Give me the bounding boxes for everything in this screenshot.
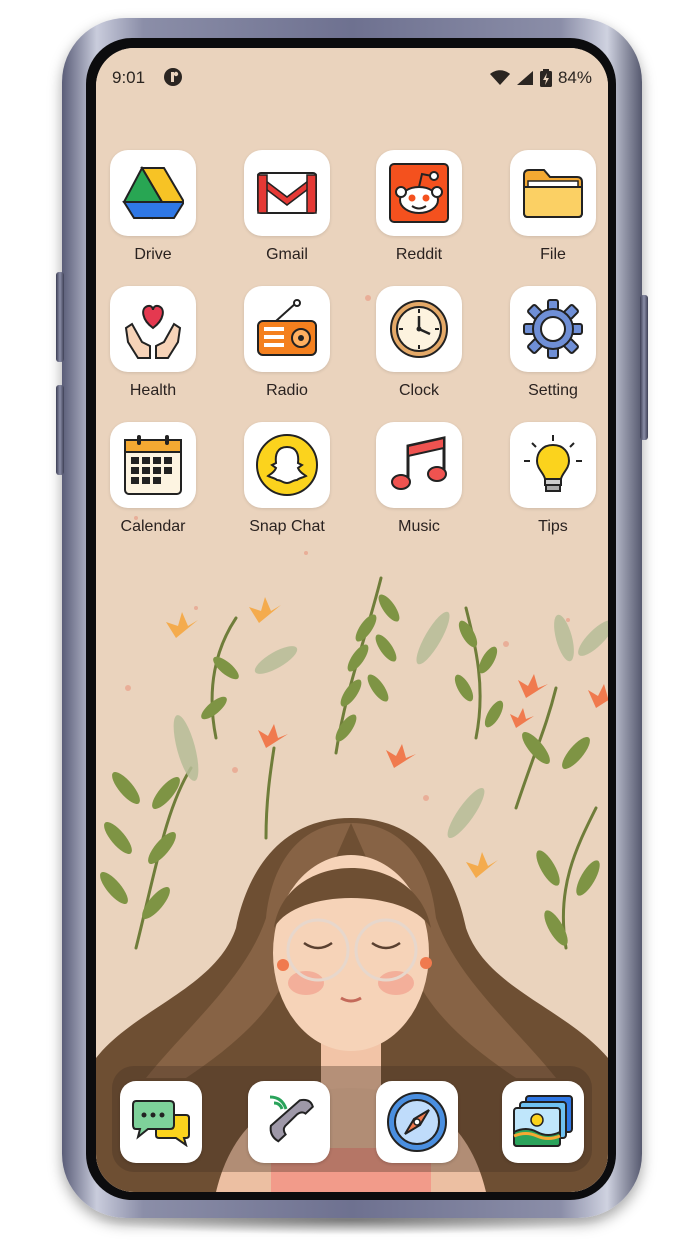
power-button[interactable] <box>640 295 648 440</box>
app-label: Health <box>129 382 177 399</box>
app-calendar[interactable]: Calendar <box>98 422 208 536</box>
gmail-icon <box>257 172 317 214</box>
volume-up-button[interactable] <box>56 272 64 362</box>
app-tile[interactable] <box>510 286 596 372</box>
app-tile[interactable] <box>376 150 462 236</box>
app-gmail[interactable]: Gmail <box>232 150 342 264</box>
folder-icon <box>523 169 583 218</box>
volume-down-button[interactable] <box>56 385 64 475</box>
app-label: Drive <box>134 246 172 263</box>
app-label: Radio <box>266 382 308 399</box>
status-time: 9:01 <box>112 68 146 87</box>
dock-phone[interactable] <box>248 1081 330 1163</box>
dock-messages[interactable] <box>120 1081 202 1163</box>
phone-icon <box>269 1095 314 1143</box>
dock-compass[interactable] <box>376 1081 458 1163</box>
app-tips[interactable]: Tips <box>498 422 608 536</box>
app-tile[interactable] <box>110 150 196 236</box>
app-tile[interactable] <box>244 150 330 236</box>
app-tile[interactable] <box>244 286 330 372</box>
app-tile[interactable] <box>510 150 596 236</box>
app-snapchat[interactable]: Snap Chat <box>232 422 342 536</box>
app-label: Music <box>398 518 440 535</box>
app-tile[interactable] <box>110 422 196 508</box>
app-label: Tips <box>538 518 568 535</box>
messages-icon <box>132 1100 190 1147</box>
battery-percent: 84% <box>557 68 592 87</box>
app-setting[interactable]: Setting <box>498 286 608 400</box>
app-file[interactable]: File <box>498 150 608 264</box>
gallery-icon <box>513 1095 573 1147</box>
snapchat-icon <box>256 434 318 496</box>
app-label: Setting <box>528 382 578 399</box>
app-label: Gmail <box>266 246 308 263</box>
home-screen: 9:01 84% Drive Gmail Reddit File Health … <box>96 48 608 1192</box>
app-label: Calendar <box>120 518 186 535</box>
calendar-icon <box>124 435 182 495</box>
reddit-icon <box>389 163 449 223</box>
battery-icon <box>539 69 552 87</box>
app-tile[interactable] <box>376 286 462 372</box>
status-right: 84% <box>489 68 592 88</box>
app-label: File <box>540 246 566 263</box>
lightbulb-icon <box>524 435 582 492</box>
app-label: Reddit <box>395 246 443 263</box>
radio-icon <box>257 299 317 356</box>
health-icon <box>124 304 182 359</box>
app-health[interactable]: Health <box>98 286 208 400</box>
app-music[interactable]: Music <box>364 422 474 536</box>
signal-icon <box>516 71 533 85</box>
app-reddit[interactable]: Reddit <box>364 150 474 264</box>
app-radio[interactable]: Radio <box>232 286 342 400</box>
app-tile[interactable] <box>376 422 462 508</box>
app-tile[interactable] <box>244 422 330 508</box>
google-drive-icon <box>122 166 184 220</box>
clock-icon <box>390 300 448 358</box>
app-label: Snap Chat <box>249 518 325 535</box>
compass-icon <box>387 1092 447 1152</box>
app-clock[interactable]: Clock <box>364 286 474 400</box>
app-label: Clock <box>398 382 439 399</box>
gear-icon <box>523 299 583 359</box>
music-icon <box>391 436 447 490</box>
app-tile[interactable] <box>110 286 196 372</box>
status-bar: 9:01 84% <box>96 62 608 92</box>
dock-gallery[interactable] <box>502 1081 584 1163</box>
notification-icon <box>164 68 182 86</box>
wifi-icon <box>489 70 510 85</box>
app-drive[interactable]: Drive <box>98 150 208 264</box>
app-tile[interactable] <box>510 422 596 508</box>
